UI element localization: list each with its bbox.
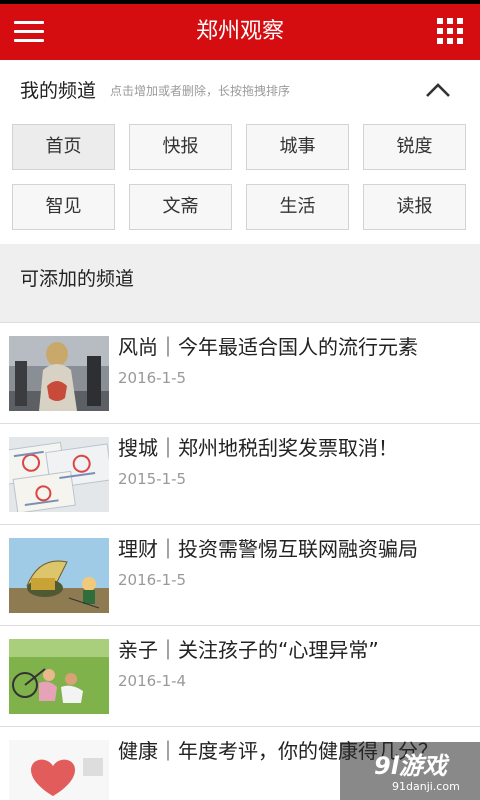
watermark-url: 91danji.com xyxy=(392,780,460,793)
article-date: 2016-1-5 xyxy=(118,369,187,387)
my-channels-hint: 点击增加或者删除，长按拖拽排序 xyxy=(110,84,291,98)
chevron-up-icon[interactable] xyxy=(424,80,452,100)
channel-chip-life[interactable]: 生活 xyxy=(246,184,349,230)
channel-chip-sharp[interactable]: 锐度 xyxy=(363,124,466,170)
hamburger-menu-icon[interactable] xyxy=(14,18,44,46)
article-title: 亲子｜关注孩子的“心理异常” xyxy=(118,638,379,662)
app-title: 郑州观察 xyxy=(195,19,284,44)
article-thumbnail xyxy=(9,639,109,714)
article-title: 搜城｜郑州地税刮奖发票取消！ xyxy=(118,436,398,460)
article-thumbnail xyxy=(9,740,109,800)
channel-chip-literature[interactable]: 文斋 xyxy=(129,184,232,230)
watermark-logo-text: 9l游戏 xyxy=(374,752,447,780)
article-thumbnail xyxy=(9,437,109,512)
article-date: 2016-1-5 xyxy=(118,571,187,589)
article-thumbnail xyxy=(9,538,109,613)
app-header: 郑州观察 xyxy=(0,4,480,60)
list-item[interactable]: 风尚｜今年最适合国人的流行元素 2016-1-5 xyxy=(0,322,480,423)
article-date: 2016-1-4 xyxy=(118,672,187,690)
addable-channels-section: 可添加的频道 xyxy=(0,244,480,322)
list-item[interactable]: 亲子｜关注孩子的“心理异常” 2016-1-4 xyxy=(0,625,480,726)
grid-apps-icon[interactable] xyxy=(437,18,465,46)
article-date: 2015-1-5 xyxy=(118,470,187,488)
article-thumbnail xyxy=(9,336,109,411)
channel-chip-city[interactable]: 城事 xyxy=(246,124,349,170)
article-title: 理财｜投资需警惕互联网融资骗局 xyxy=(118,537,418,561)
article-title: 风尚｜今年最适合国人的流行元素 xyxy=(118,335,418,359)
channel-chip-insight[interactable]: 智见 xyxy=(12,184,115,230)
addable-channels-title: 可添加的频道 xyxy=(20,268,135,290)
watermark-logo: 9l游戏 91danji.com xyxy=(340,742,480,800)
channel-chip-newspaper[interactable]: 读报 xyxy=(363,184,466,230)
channel-chip-home[interactable]: 首页 xyxy=(12,124,115,170)
article-list: 风尚｜今年最适合国人的流行元素 2016-1-5 搜城｜郑州地税刮奖发票取消！ … xyxy=(0,322,480,800)
list-item[interactable]: 理财｜投资需警惕互联网融资骗局 2016-1-5 xyxy=(0,524,480,625)
my-channels-panel: 我的频道 点击增加或者删除，长按拖拽排序 首页 快报 城事 锐度 智见 文斋 生… xyxy=(0,60,480,244)
list-item[interactable]: 搜城｜郑州地税刮奖发票取消！ 2015-1-5 xyxy=(0,423,480,524)
channel-chip-express[interactable]: 快报 xyxy=(129,124,232,170)
my-channels-title: 我的频道 xyxy=(20,80,97,102)
